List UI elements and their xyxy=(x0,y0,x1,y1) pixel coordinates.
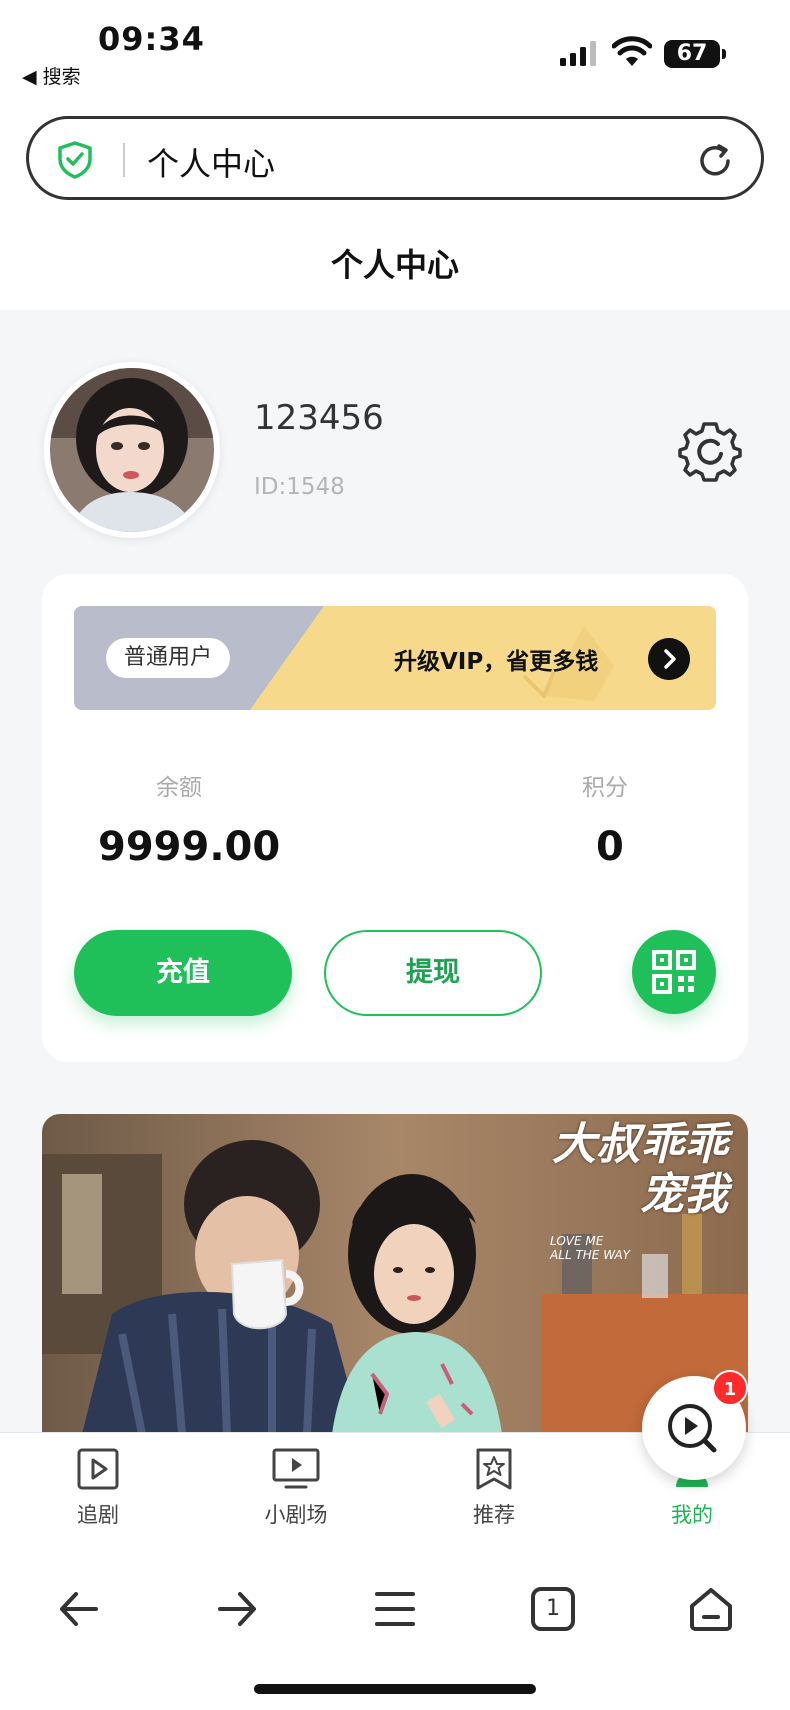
battery-indicator: 67 xyxy=(664,40,726,68)
balance-value: 9999.00 xyxy=(98,824,281,870)
withdraw-button[interactable]: 提现 xyxy=(324,930,542,1016)
tv-icon xyxy=(272,1448,320,1489)
tab-binge-watch[interactable]: 追剧 xyxy=(38,1447,158,1529)
avatar-photo xyxy=(50,368,214,532)
tab-label-mini-theater: 小剧场 xyxy=(264,1503,328,1527)
play-square-icon xyxy=(77,1448,119,1490)
points-value: 0 xyxy=(596,824,624,870)
user-level-badge: 普通用户 xyxy=(106,638,231,678)
promo-subtitle: LOVE ME ALL THE WAY xyxy=(550,1234,630,1262)
promo-title: 大叔乖乖 宠我 xyxy=(552,1120,728,1220)
back-arrow-icon[interactable] xyxy=(54,1584,104,1634)
home-icon[interactable] xyxy=(686,1584,736,1634)
reload-icon[interactable] xyxy=(695,141,735,181)
qr-code-button[interactable] xyxy=(632,930,716,1014)
recharge-button[interactable]: 充值 xyxy=(74,930,292,1016)
avatar[interactable] xyxy=(44,362,220,538)
star-bookmark-icon xyxy=(476,1448,512,1490)
wifi-icon xyxy=(612,36,652,66)
status-bar: 09:34 ◀ 搜索 67 xyxy=(0,0,790,100)
tabs-button[interactable]: 1 xyxy=(528,1584,578,1634)
tab-label-binge-watch: 追剧 xyxy=(77,1503,119,1527)
promo-subtitle-line2: ALL THE WAY xyxy=(550,1248,630,1262)
address-bar-container: 个人中心 xyxy=(0,100,790,210)
vip-upgrade-text[interactable]: 升级VIP，省更多钱 xyxy=(394,642,598,676)
status-time: 09:34 xyxy=(98,20,205,58)
page-header: 个人中心 xyxy=(0,210,790,310)
page-title: 个人中心 xyxy=(330,246,459,284)
promo-title-line1: 大叔乖乖 xyxy=(552,1119,728,1170)
back-to-search-link[interactable]: ◀ 搜索 xyxy=(22,62,81,89)
points-label: 积分 xyxy=(582,775,628,801)
shield-check-icon xyxy=(58,141,92,179)
tab-recommend[interactable]: 推荐 xyxy=(434,1447,554,1529)
cellular-signal-icon xyxy=(560,41,596,66)
address-text[interactable]: 个人中心 xyxy=(147,139,275,185)
balance-label: 余额 xyxy=(156,775,202,801)
user-id: ID:1548 xyxy=(254,474,345,500)
tab-label-recommend: 推荐 xyxy=(473,1503,515,1527)
promo-title-line2: 宠我 xyxy=(640,1169,728,1220)
vip-upgrade-banner[interactable]: 普通用户 升级VIP，省更多钱 xyxy=(74,606,716,710)
forward-arrow-icon[interactable] xyxy=(212,1584,262,1634)
tabs-count: 1 xyxy=(546,1596,560,1621)
browser-toolbar: 1 xyxy=(0,1544,790,1710)
qr-code-icon xyxy=(652,950,696,994)
tab-label-mine: 我的 xyxy=(671,1503,713,1527)
wallet-card: 普通用户 升级VIP，省更多钱 余额 9999.00 积分 0 充值 提现 xyxy=(42,574,748,1062)
address-bar[interactable]: 个人中心 xyxy=(26,116,764,200)
home-indicator[interactable] xyxy=(254,1684,536,1694)
chevron-right-icon[interactable] xyxy=(648,638,690,680)
promo-subtitle-line1: LOVE ME xyxy=(550,1234,604,1248)
username: 123456 xyxy=(254,398,384,438)
menu-icon[interactable] xyxy=(370,1584,420,1634)
tab-mini-theater[interactable]: 小剧场 xyxy=(236,1447,356,1529)
settings-gear-icon[interactable] xyxy=(678,420,742,484)
address-divider xyxy=(123,143,125,177)
notification-badge: 1 xyxy=(712,1370,748,1406)
